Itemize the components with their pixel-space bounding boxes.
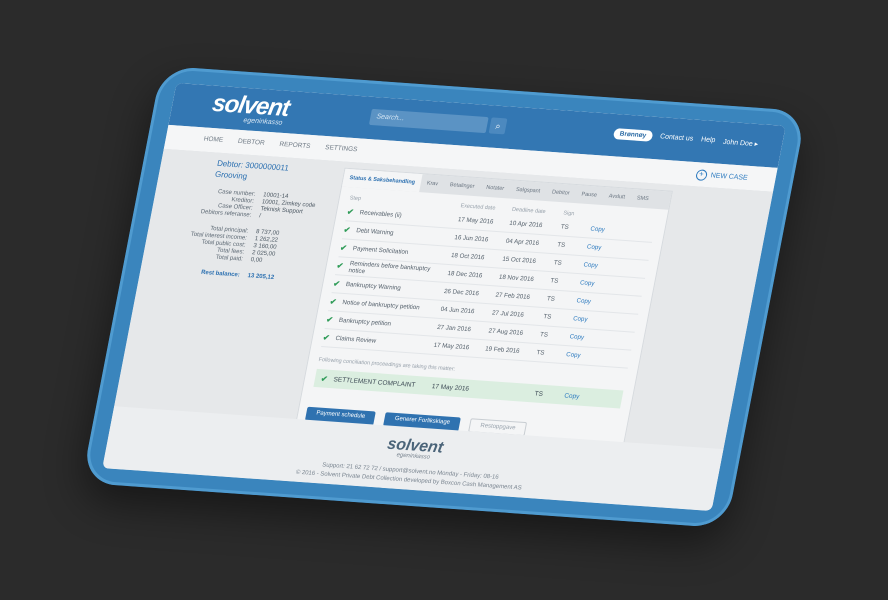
tablet-frame: solvent egeninkasso Search... ⌕ Brønnøy … — [81, 65, 807, 529]
check-icon: ✔ — [322, 333, 331, 343]
tab-notater[interactable]: Notater — [479, 178, 512, 198]
check-icon: ✔ — [325, 315, 334, 325]
copy-link[interactable]: Copy — [572, 315, 588, 323]
new-case-button[interactable]: + NEW CASE — [694, 169, 749, 184]
copy-link[interactable]: Copy — [564, 392, 580, 400]
tab-avslutt[interactable]: Avslutt — [601, 187, 633, 207]
search-icon[interactable]: ⌕ — [488, 117, 508, 135]
tab-sms[interactable]: SMS — [629, 189, 656, 209]
plus-circle-icon: + — [694, 169, 708, 181]
menu-debtor[interactable]: DEBTOR — [237, 138, 265, 147]
tab-debitor[interactable]: Debitor — [544, 183, 577, 203]
menu-settings[interactable]: SETTINGS — [325, 144, 359, 153]
tab-status[interactable]: Status & Saksbehandling — [341, 168, 423, 193]
new-case-label: NEW CASE — [709, 172, 749, 182]
tab-betalinger[interactable]: Betalinger — [442, 176, 482, 197]
tab-salgspant[interactable]: Salgspant — [508, 180, 548, 201]
copy-link[interactable]: Copy — [579, 279, 595, 287]
copy-link[interactable]: Copy — [590, 225, 606, 233]
logo-tagline: egeninkasso — [242, 117, 283, 127]
check-icon: ✔ — [328, 297, 338, 307]
user-menu[interactable]: John Doe ▸ — [722, 137, 759, 147]
check-icon: ✔ — [332, 279, 341, 289]
copy-link[interactable]: Copy — [583, 261, 599, 269]
check-icon: ✔ — [335, 261, 345, 271]
copy-link[interactable]: Copy — [569, 333, 585, 341]
app-screen: solvent egeninkasso Search... ⌕ Brønnøy … — [102, 82, 786, 512]
menu-reports[interactable]: REPORTS — [279, 141, 311, 150]
help-link[interactable]: Help — [700, 136, 716, 144]
debtor-summary: Debtor: 3000000011 Grooving Case number:… — [168, 157, 339, 285]
case-panel: Status & Saksbehandling Krav Betalinger … — [294, 167, 673, 453]
check-icon: ✔ — [339, 243, 348, 253]
check-icon: ✔ — [346, 207, 355, 217]
copy-link[interactable]: Copy — [576, 297, 592, 305]
search-input[interactable]: Search... — [368, 108, 489, 134]
tab-pause[interactable]: Pause — [574, 185, 605, 205]
menu-home[interactable]: HOME — [203, 136, 224, 144]
top-nav: Brønnøy Contact us Help John Doe ▸ — [612, 128, 760, 149]
company-pill[interactable]: Brønnøy — [612, 128, 654, 142]
check-icon: ✔ — [342, 225, 352, 235]
copy-link[interactable]: Copy — [566, 351, 582, 359]
copy-link[interactable]: Copy — [586, 243, 602, 251]
check-icon: ✔ — [320, 373, 329, 384]
contact-link[interactable]: Contact us — [659, 133, 693, 142]
